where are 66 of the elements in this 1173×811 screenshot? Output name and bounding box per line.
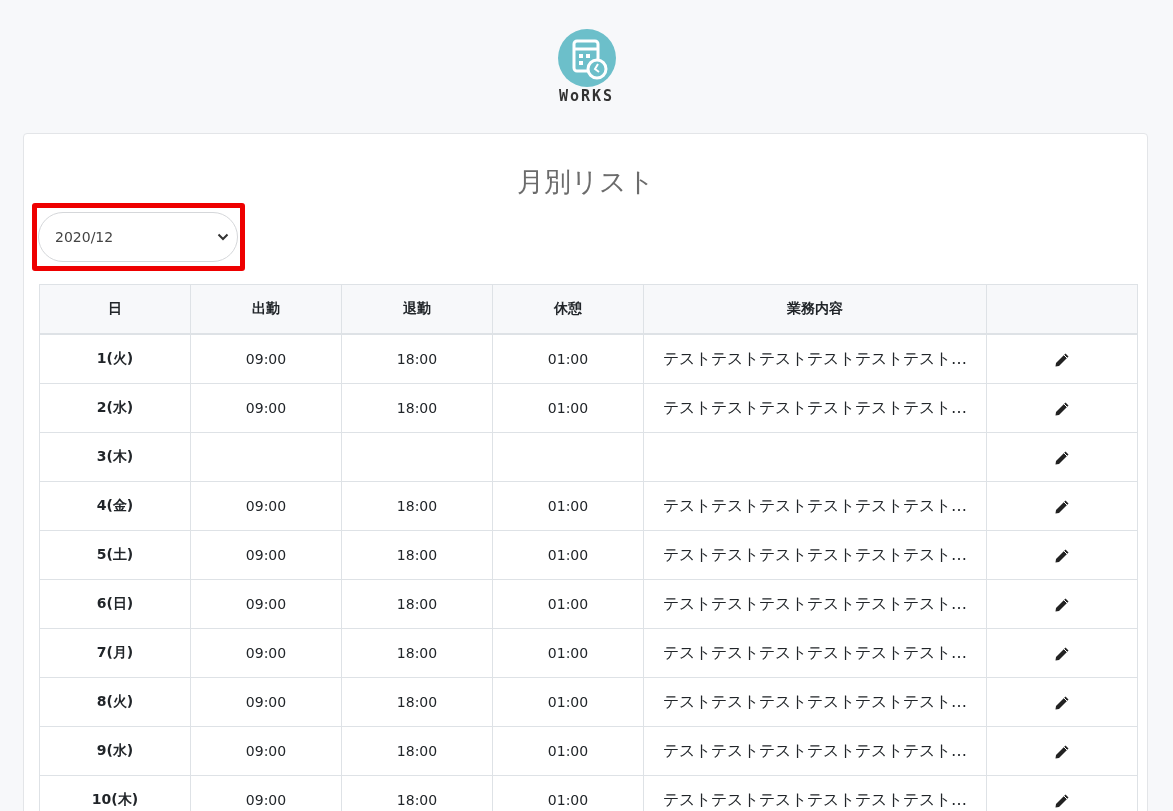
time-text: 09:00 (245, 743, 287, 759)
day-label: 4(金) (96, 497, 134, 513)
time-text: 01:00 (547, 645, 589, 661)
time-text: 18:00 (396, 351, 438, 367)
task-text: テストテストテストテストテストテスト… (663, 740, 967, 760)
time-text: 09:00 (245, 792, 287, 808)
column-header: 業務内容 (643, 284, 987, 334)
time-text: 09:00 (245, 547, 287, 563)
day-label: 1(火) (96, 350, 134, 366)
time-text: 18:00 (396, 792, 438, 808)
pencil-icon[interactable] (1054, 645, 1070, 662)
time-text: 01:00 (547, 792, 589, 808)
day-label: 5(土) (96, 546, 134, 562)
time-text: 18:00 (396, 694, 438, 710)
column-header: 退勤 (341, 284, 493, 334)
time-text: 18:00 (396, 547, 438, 563)
logo-icon (557, 29, 616, 87)
time-text: 18:00 (396, 400, 438, 416)
task-text: テストテストテストテストテストテスト… (663, 593, 967, 613)
time-text: 18:00 (396, 498, 438, 514)
time-text: 01:00 (547, 694, 589, 710)
task-text: テストテストテストテストテストテスト… (663, 544, 967, 564)
column-header: 休憩 (492, 284, 644, 334)
task-text: テストテストテストテストテストテスト… (663, 397, 967, 417)
task-text: テストテストテストテストテストテスト… (663, 789, 967, 809)
time-text: 09:00 (245, 351, 287, 367)
time-text: 18:00 (396, 743, 438, 759)
day-label: 2(水) (96, 399, 134, 415)
time-text: 01:00 (547, 596, 589, 612)
time-text: 01:00 (547, 498, 589, 514)
pencil-icon[interactable] (1054, 449, 1070, 466)
pencil-icon[interactable] (1054, 596, 1070, 613)
time-text: 01:00 (547, 400, 589, 416)
pencil-icon[interactable] (1054, 400, 1070, 417)
day-label: 6(日) (96, 595, 134, 611)
time-text: 09:00 (245, 400, 287, 416)
month-select[interactable]: 2020/12 (38, 212, 238, 262)
day-label: 9(水) (96, 742, 134, 758)
time-text: 09:00 (245, 498, 287, 514)
time-text: 01:00 (547, 547, 589, 563)
pencil-icon[interactable] (1054, 498, 1070, 515)
day-label: 10(木) (91, 791, 139, 807)
day-label: 8(火) (96, 693, 134, 709)
pencil-icon[interactable] (1054, 792, 1070, 809)
page-title: 月別リスト (515, 167, 656, 197)
column-header: 出勤 (190, 284, 342, 334)
task-text: テストテストテストテストテストテスト… (663, 348, 967, 368)
time-text: 18:00 (396, 645, 438, 661)
pencil-icon[interactable] (1054, 351, 1070, 368)
caret-icon (217, 233, 229, 241)
pencil-icon[interactable] (1054, 547, 1070, 564)
time-text: 18:00 (396, 596, 438, 612)
time-text: 09:00 (245, 694, 287, 710)
day-label: 7(月) (96, 644, 134, 660)
task-text: テストテストテストテストテストテスト… (663, 691, 967, 711)
day-label: 3(木) (96, 448, 134, 464)
time-text: 01:00 (547, 351, 589, 367)
column-header: 日 (39, 284, 191, 334)
pencil-icon[interactable] (1054, 743, 1070, 760)
time-text: 09:00 (245, 645, 287, 661)
logo-text: WoRKS (558, 89, 615, 103)
pencil-icon[interactable] (1054, 694, 1070, 711)
task-text: テストテストテストテストテストテスト… (663, 642, 967, 662)
time-text: 09:00 (245, 596, 287, 612)
time-text: 01:00 (547, 743, 589, 759)
task-text: テストテストテストテストテストテスト… (663, 495, 967, 515)
